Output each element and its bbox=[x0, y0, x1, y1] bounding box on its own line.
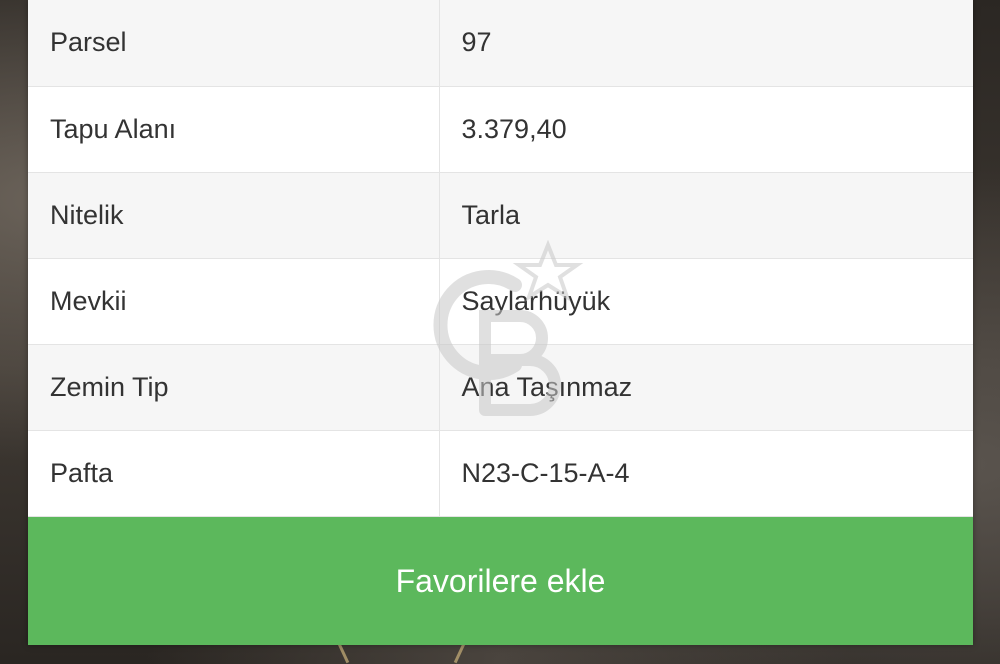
row-value-pafta: N23-C-15-A-4 bbox=[439, 430, 973, 517]
row-value-mevkii: Saylarhüyük bbox=[439, 258, 973, 345]
table-row: Tapu Alanı 3.379,40 bbox=[28, 86, 973, 173]
row-value-nitelik: Tarla bbox=[439, 172, 973, 259]
row-label-parsel: Parsel bbox=[28, 0, 440, 87]
row-label-tapu-alani: Tapu Alanı bbox=[28, 86, 440, 173]
property-details-panel: Parsel 97 Tapu Alanı 3.379,40 Nitelik Ta… bbox=[28, 0, 973, 645]
table-row: Nitelik Tarla bbox=[28, 172, 973, 259]
table-row: Zemin Tip Ana Taşınmaz bbox=[28, 344, 973, 431]
row-label-mevkii: Mevkii bbox=[28, 258, 440, 345]
table-row: Pafta N23-C-15-A-4 bbox=[28, 430, 973, 517]
row-label-nitelik: Nitelik bbox=[28, 172, 440, 259]
table-row: Parsel 97 bbox=[28, 0, 973, 87]
property-details-table: Parsel 97 Tapu Alanı 3.379,40 Nitelik Ta… bbox=[28, 0, 973, 517]
table-row: Mevkii Saylarhüyük bbox=[28, 258, 973, 345]
row-value-parsel: 97 bbox=[439, 0, 973, 87]
row-value-zemin-tip: Ana Taşınmaz bbox=[439, 344, 973, 431]
add-to-favorites-button[interactable]: Favorilere ekle bbox=[28, 517, 973, 645]
row-label-pafta: Pafta bbox=[28, 430, 440, 517]
row-label-zemin-tip: Zemin Tip bbox=[28, 344, 440, 431]
row-value-tapu-alani: 3.379,40 bbox=[439, 86, 973, 173]
